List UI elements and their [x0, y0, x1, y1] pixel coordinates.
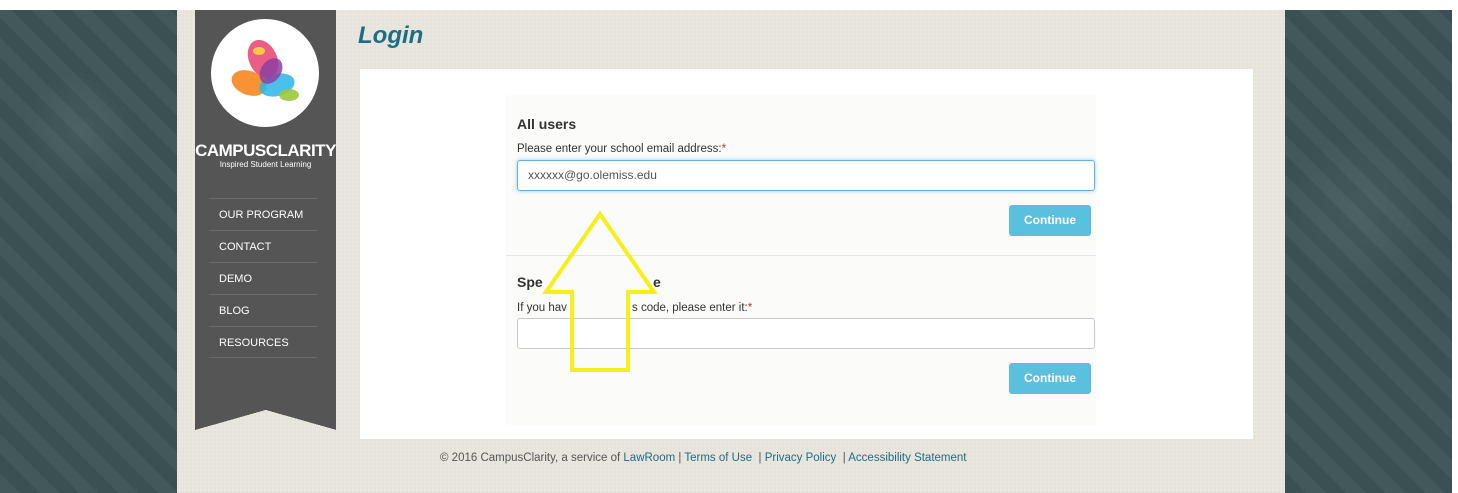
sidebar: CAMPUSCLARITY Inspired Student Learning … [195, 10, 336, 430]
annotation-arrow-icon [542, 210, 658, 372]
continue-button-email[interactable]: Continue [1009, 205, 1091, 236]
footer-copyright: © 2016 CampusClarity, a service of [440, 452, 621, 464]
campusclarity-logo[interactable] [211, 19, 319, 127]
brand: CAMPUSCLARITY Inspired Student Learning [195, 142, 336, 170]
nav-item-blog[interactable]: BLOG [209, 294, 317, 326]
special-heading-start: Spe [517, 274, 543, 290]
nav-item-demo[interactable]: DEMO [209, 262, 317, 294]
nav-item-our-program[interactable]: OUR PROGRAM [209, 198, 317, 230]
footer-separator: | [839, 452, 849, 464]
required-marker: * [747, 302, 753, 314]
email-label: Please enter your school email address:* [517, 143, 726, 155]
footer-link-accessibility[interactable]: Accessibility Statement [848, 452, 966, 464]
nav-item-resources[interactable]: RESOURCES [209, 326, 317, 358]
email-label-text: Please enter your school email address: [517, 143, 722, 155]
footer-link-lawroom[interactable]: LawRoom [623, 452, 675, 464]
footer-separator: | [755, 452, 765, 464]
logo-swirl-icon [231, 39, 299, 101]
footer-link-terms[interactable]: Terms of Use [684, 452, 752, 464]
continue-button-code[interactable]: Continue [1009, 363, 1091, 394]
brand-tagline: Inspired Student Learning [219, 160, 312, 169]
nav-item-contact[interactable]: CONTACT [209, 230, 317, 262]
footer: © 2016 CampusClarity, a service of LawRo… [440, 452, 967, 464]
sidebar-nav: OUR PROGRAM CONTACT DEMO BLOG RESOURCES [209, 198, 317, 358]
page-title: Login [358, 22, 424, 49]
required-marker: * [721, 143, 727, 155]
all-users-heading: All users [517, 116, 577, 132]
brand-name: CAMPUSCLARITY [195, 141, 336, 160]
email-input[interactable]: xxxxxx@go.olemiss.edu [517, 160, 1095, 191]
footer-link-privacy[interactable]: Privacy Policy [765, 452, 837, 464]
